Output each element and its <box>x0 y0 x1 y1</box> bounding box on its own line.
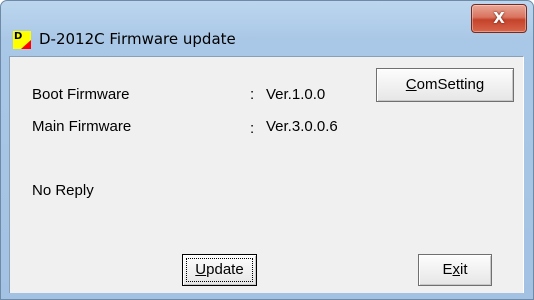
comsetting-mnemonic: C <box>405 76 417 93</box>
boot-firmware-label: Boot Firmware <box>32 86 130 103</box>
comsetting-button[interactable]: ComSetting <box>376 68 514 102</box>
boot-firmware-version: Ver.1.0.0 <box>266 86 326 103</box>
title-bar[interactable]: D D-2012C Firmware update X <box>1 1 533 49</box>
exit-button[interactable]: Exit <box>418 254 492 286</box>
main-firmware-version: Ver.3.0.0.6 <box>266 118 338 135</box>
firmware-update-window: D D-2012C Firmware update X Boot Firmwar… <box>0 0 534 300</box>
close-icon: X <box>493 9 505 27</box>
comsetting-label-rest: omSetting <box>416 76 485 93</box>
exit-label-rest: it <box>460 261 468 278</box>
boot-firmware-separator: : <box>250 86 255 103</box>
exit-label-first: E <box>442 261 453 278</box>
update-button[interactable]: Update <box>182 254 257 286</box>
close-button[interactable]: X <box>471 4 527 33</box>
main-firmware-label: Main Firmware <box>32 118 132 135</box>
dialog-body: Boot Firmware : Ver.1.0.0 Main Firmware … <box>9 56 524 293</box>
status-text: No Reply <box>32 182 94 199</box>
exit-mnemonic: x <box>452 261 461 278</box>
app-icon: D <box>13 31 31 49</box>
focus-rectangle <box>186 258 253 282</box>
window-title: D-2012C Firmware update <box>39 30 236 48</box>
main-firmware-separator: : <box>250 120 255 137</box>
app-icon-triangle <box>21 40 31 49</box>
